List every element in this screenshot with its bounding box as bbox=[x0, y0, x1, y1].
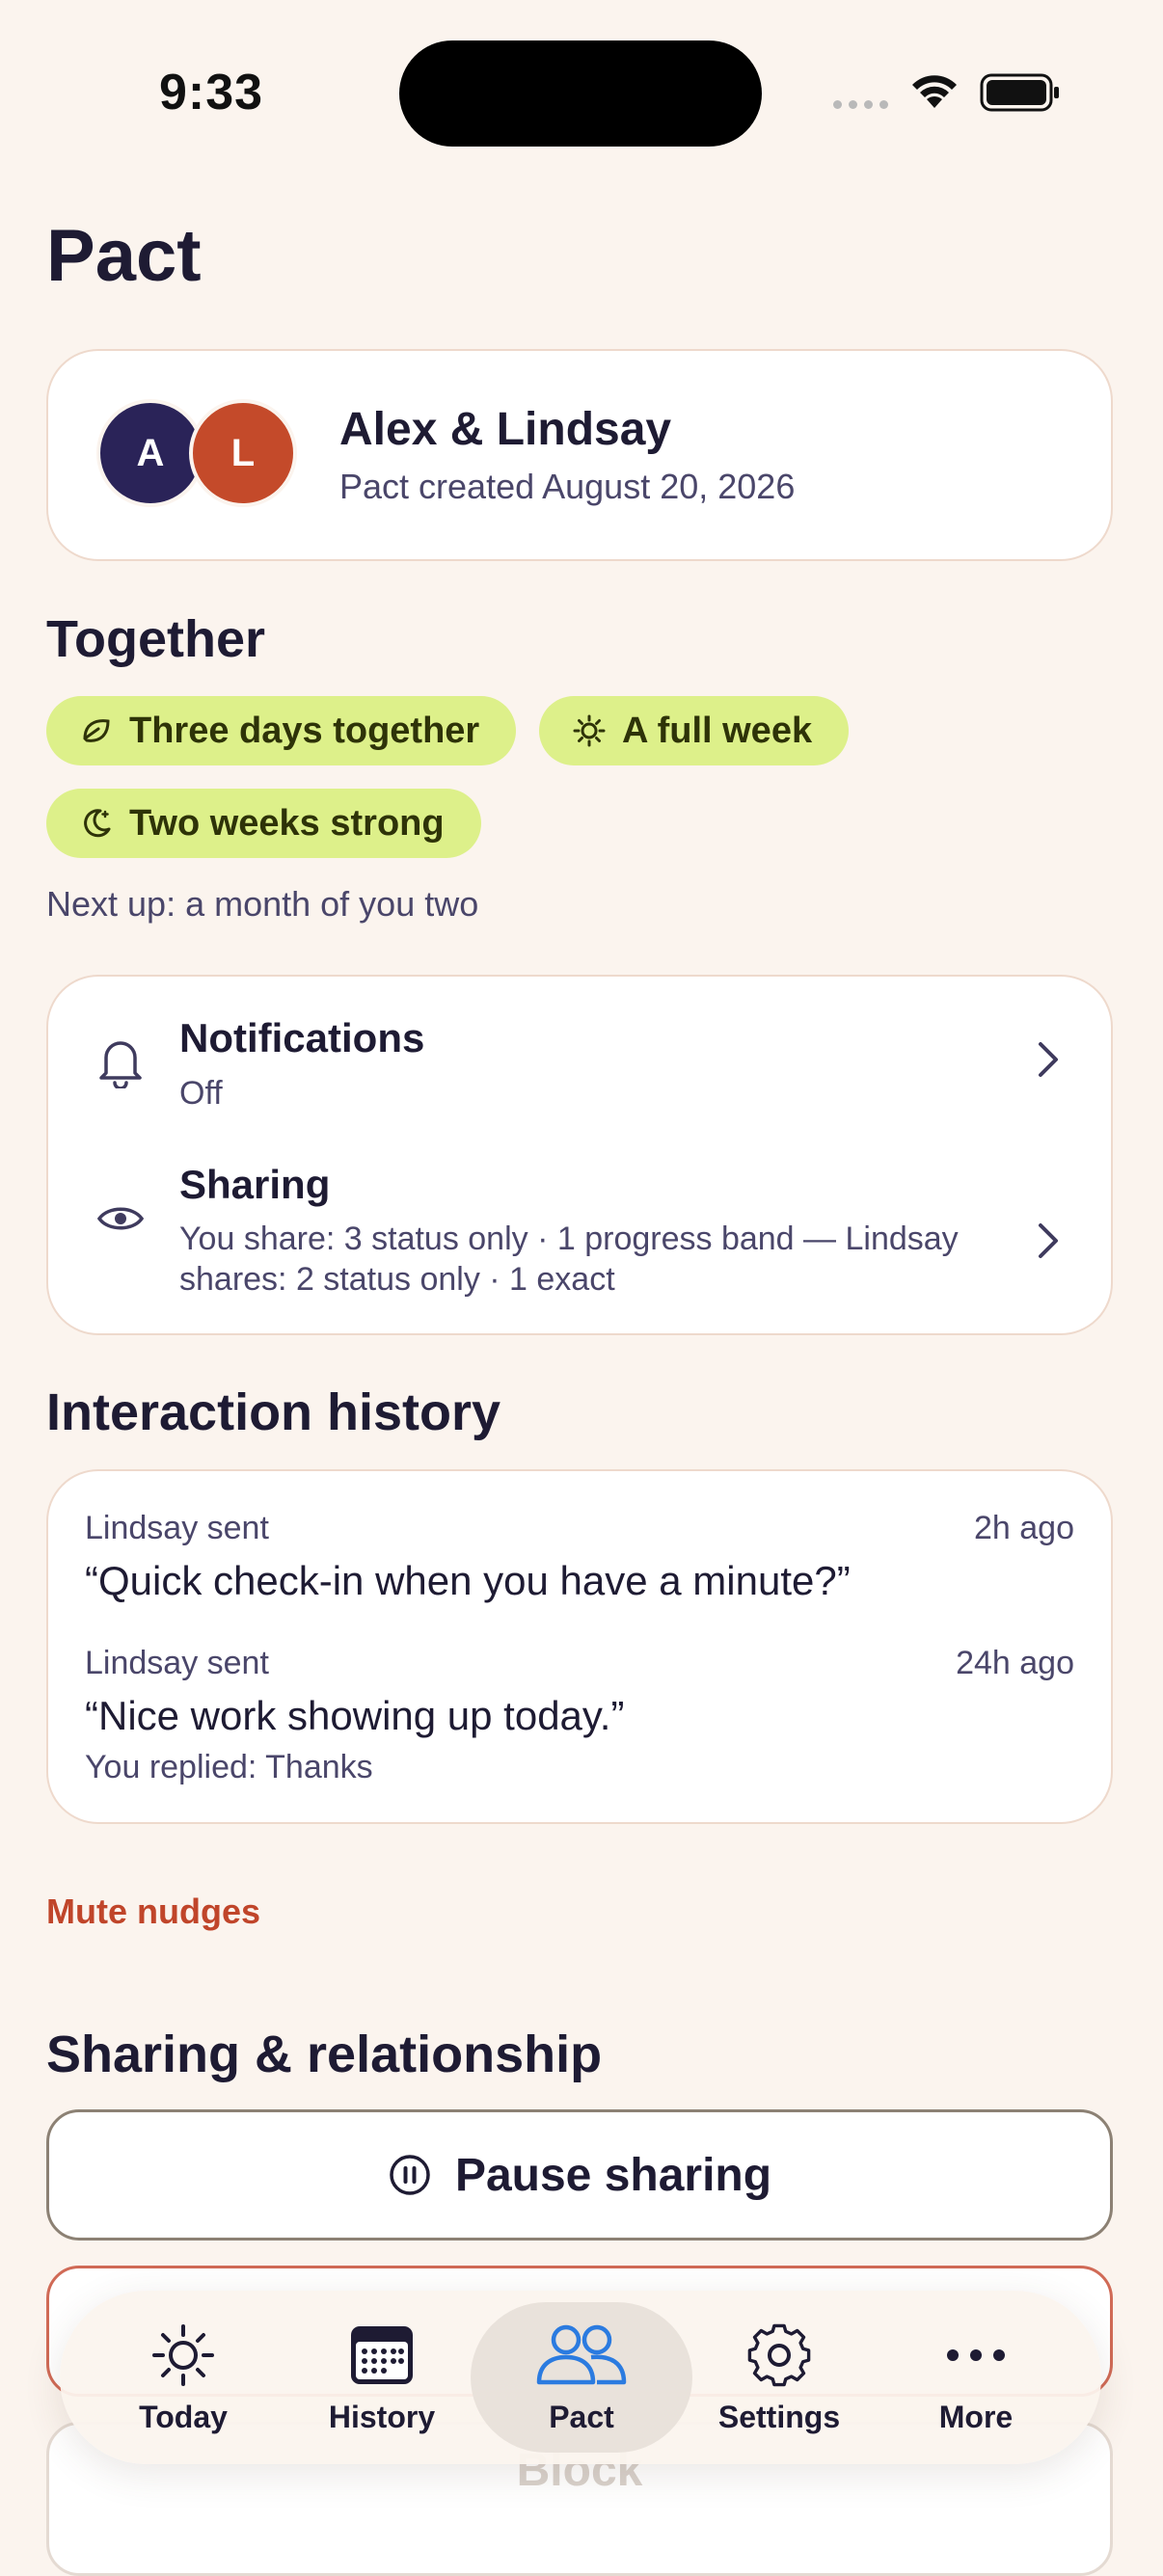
tab-settings[interactable]: Settings bbox=[683, 2291, 876, 2464]
tab-label: More bbox=[938, 2399, 1014, 2434]
sharing-title: Sharing bbox=[179, 1162, 331, 1207]
tab-bar: Today History Pact Settings More bbox=[60, 2291, 1101, 2464]
chevron-right-icon bbox=[1039, 1223, 1058, 1258]
pact-created-date: Pact created August 20, 2026 bbox=[339, 467, 796, 506]
chip-label: A full week bbox=[622, 710, 813, 751]
history-reply: You replied: Thanks bbox=[85, 1749, 373, 1785]
history-time: 2h ago bbox=[974, 1510, 1074, 1546]
pair-name: Alex & Lindsay bbox=[339, 404, 672, 455]
chip-label: Three days together bbox=[129, 710, 480, 751]
sun-icon bbox=[152, 2323, 214, 2386]
pause-sharing-button[interactable]: Pause sharing bbox=[46, 2109, 1113, 2241]
tab-more[interactable]: More bbox=[879, 2291, 1072, 2464]
status-time: 9:33 bbox=[159, 65, 264, 121]
milestone-chip: Two weeks strong bbox=[46, 789, 481, 858]
moon-icon bbox=[84, 809, 111, 838]
history-time: 24h ago bbox=[956, 1645, 1074, 1681]
chevron-right-icon bbox=[1039, 1042, 1058, 1077]
sharing-relationship-heading: Sharing & relationship bbox=[46, 2026, 603, 2083]
interaction-history-heading: Interaction history bbox=[46, 1383, 501, 1441]
tab-label: Today bbox=[139, 2399, 228, 2434]
notifications-value: Off bbox=[179, 1075, 223, 1112]
dynamic-island bbox=[399, 40, 762, 147]
leaf-icon bbox=[83, 719, 110, 742]
milestone-chip: Three days together bbox=[46, 696, 517, 765]
tab-today[interactable]: Today bbox=[87, 2291, 280, 2464]
milestone-chip: A full week bbox=[539, 696, 850, 765]
pause-circle-icon bbox=[390, 2155, 430, 2195]
next-milestone: Next up: a month of you two bbox=[46, 884, 479, 924]
people-icon bbox=[536, 2324, 627, 2384]
interaction-history-card: Lindsay sent 2h ago “Quick check-in when… bbox=[46, 1469, 1113, 1824]
history-sender: Lindsay sent bbox=[85, 1510, 269, 1546]
avatar-lindsay: L bbox=[189, 399, 297, 507]
calendar-icon bbox=[351, 2325, 413, 2384]
ellipsis-icon bbox=[947, 2348, 1005, 2361]
sharing-detail-line2: shares: 2 status only · 1 exact bbox=[179, 1261, 615, 1298]
battery-icon bbox=[980, 73, 1059, 112]
history-message: “Quick check-in when you have a minute?” bbox=[85, 1558, 851, 1603]
pact-settings-card: Notifications Off Sharing You share: 3 s… bbox=[46, 975, 1113, 1335]
sharing-row[interactable]: Sharing You share: 3 status only · 1 pro… bbox=[48, 1140, 1111, 1333]
mute-nudges-link[interactable]: Mute nudges bbox=[46, 1892, 260, 1932]
bell-icon bbox=[99, 1041, 142, 1088]
page-title: Pact bbox=[46, 215, 202, 297]
sun-icon bbox=[573, 714, 606, 747]
gear-icon bbox=[747, 2323, 811, 2386]
cellular-signal-icon bbox=[833, 100, 888, 109]
chip-label: Two weeks strong bbox=[129, 802, 445, 844]
tab-history[interactable]: History bbox=[285, 2291, 478, 2464]
tab-label: Pact bbox=[549, 2399, 614, 2434]
eye-icon bbox=[96, 1207, 145, 1230]
tab-pact[interactable]: Pact bbox=[485, 2291, 678, 2464]
pause-sharing-label: Pause sharing bbox=[454, 2149, 772, 2201]
wifi-icon bbox=[912, 75, 957, 108]
history-sender: Lindsay sent bbox=[85, 1645, 269, 1681]
together-heading: Together bbox=[46, 610, 265, 668]
history-message: “Nice work showing up today.” bbox=[85, 1693, 625, 1738]
notifications-row[interactable]: Notifications Off bbox=[48, 977, 1111, 1140]
sharing-detail-line1: You share: 3 status only · 1 progress ba… bbox=[179, 1221, 959, 1257]
tab-label: Settings bbox=[717, 2399, 841, 2434]
tab-label: History bbox=[328, 2399, 436, 2434]
notifications-title: Notifications bbox=[179, 1015, 425, 1060]
